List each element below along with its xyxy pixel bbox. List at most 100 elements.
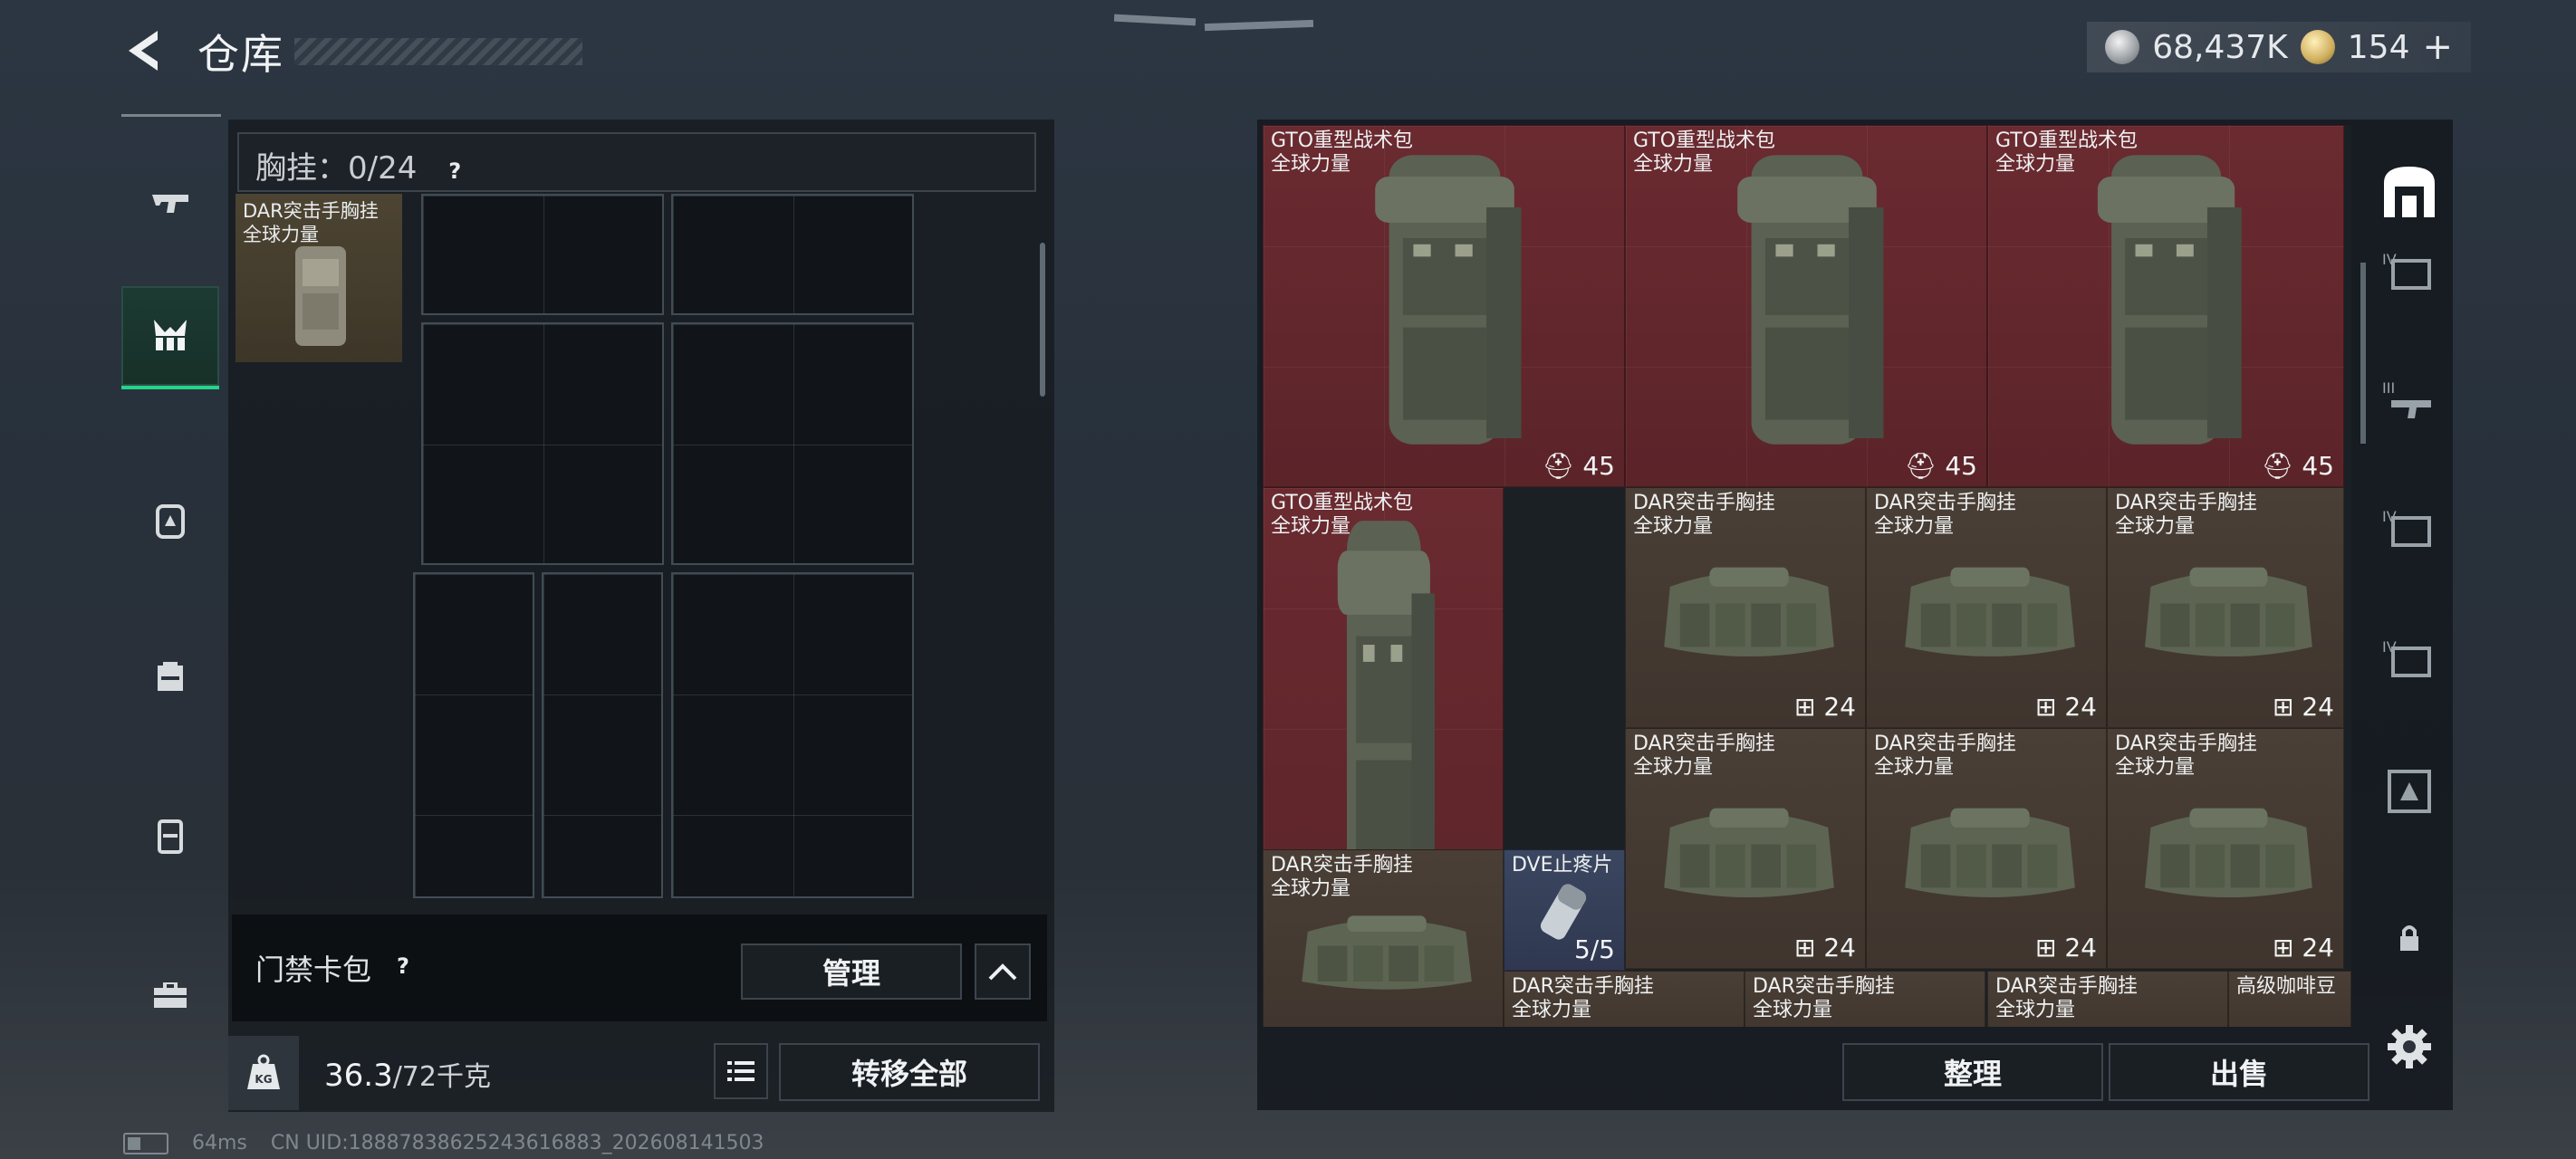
item-name: DAR突击手胸挂 bbox=[2115, 492, 2257, 514]
page-title: 仓库 bbox=[197, 30, 284, 79]
tier-iv-stash-icon-3[interactable]: IV bbox=[2377, 632, 2442, 697]
item-name: DVE止疼片 bbox=[1512, 854, 1613, 876]
svg-text:III: III bbox=[2382, 379, 2395, 397]
item-brand: 全球力量 bbox=[1995, 999, 2076, 1021]
heavy-backpack-image bbox=[1375, 155, 1522, 445]
card-pack-help-icon[interactable]: ? bbox=[388, 951, 418, 982]
item-name: GTO重型战术包 bbox=[1271, 129, 1414, 152]
gold-amount: 154 bbox=[2347, 28, 2410, 66]
chest-rig-image bbox=[1904, 567, 2075, 657]
chevron-up-icon bbox=[988, 963, 1017, 981]
stash-item[interactable]: DVE止疼片 5/5 bbox=[1504, 849, 1625, 971]
item-name: DAR突击手胸挂 bbox=[1271, 854, 1413, 876]
chest-rig-image bbox=[1301, 915, 1472, 990]
nav-chest-rig[interactable] bbox=[121, 286, 219, 389]
ceiling-light-decoration bbox=[1114, 14, 1314, 32]
stash-item[interactable]: DAR突击手胸挂 全球力量 bbox=[1263, 849, 1504, 1027]
item-count: ⛑ 45 bbox=[2261, 451, 2334, 481]
chest-rig-image bbox=[2145, 808, 2312, 898]
equipped-chest-rig[interactable]: DAR突击手胸挂 全球力量 bbox=[235, 194, 402, 362]
manage-button[interactable]: 管理 bbox=[741, 943, 962, 1000]
back-icon[interactable] bbox=[121, 27, 167, 74]
item-brand: 全球力量 bbox=[1633, 515, 1714, 538]
nav-case[interactable] bbox=[121, 786, 219, 886]
stash-item[interactable]: 高级咖啡豆 bbox=[2228, 971, 2351, 1027]
item-brand: 全球力量 bbox=[1271, 515, 1351, 538]
chest-rig-header: 胸挂：0/24 ? bbox=[237, 132, 1036, 192]
rig-slot[interactable] bbox=[421, 194, 664, 315]
rig-slot[interactable] bbox=[671, 572, 914, 898]
rig-slot[interactable] bbox=[671, 194, 914, 315]
rig-scrollbar[interactable] bbox=[1040, 243, 1045, 397]
item-name: GTO重型战术包 bbox=[1995, 129, 2139, 152]
rig-slot[interactable] bbox=[421, 322, 664, 565]
list-view-button[interactable] bbox=[714, 1043, 768, 1099]
heavy-backpack-image bbox=[1737, 155, 1884, 445]
silver-coin-icon bbox=[2105, 30, 2140, 64]
item-name: DAR突击手胸挂 bbox=[1633, 733, 1775, 755]
chest-rig-image bbox=[295, 246, 346, 346]
card-pack-label: 门禁卡包 bbox=[255, 953, 372, 987]
weight-icon: KG bbox=[228, 1036, 299, 1110]
item-brand: 全球力量 bbox=[1753, 999, 1833, 1021]
currency-bar: 68,437K 154 + bbox=[2087, 22, 2471, 72]
item-name: DAR突击手胸挂 bbox=[1512, 975, 1654, 998]
stash-scrollbar[interactable] bbox=[2360, 263, 2366, 444]
rig-slot[interactable] bbox=[671, 322, 914, 565]
item-brand: 全球力量 bbox=[1995, 153, 2076, 176]
title-decoration bbox=[294, 38, 582, 65]
item-name: DAR突击手胸挂 bbox=[1874, 733, 2016, 755]
svg-text:KG: KG bbox=[255, 1073, 272, 1086]
backpack-armor-icon bbox=[156, 504, 185, 539]
stash-item[interactable]: GTO重型战术包全球力量 ⛑ 45 bbox=[1263, 125, 1625, 487]
tier-iv-stash-icon-2[interactable]: IV bbox=[2377, 502, 2442, 567]
stash-item[interactable]: DAR突击手胸挂 全球力量 ⊞ 24 bbox=[1866, 728, 2107, 969]
sell-button[interactable]: 出售 bbox=[2109, 1043, 2369, 1101]
tier-iii-stash-icon[interactable]: III bbox=[2377, 373, 2442, 438]
item-name: GTO重型战术包 bbox=[1271, 492, 1414, 514]
add-gold-button[interactable]: + bbox=[2422, 26, 2453, 68]
uid-text: CN UID:1888783862524361​6883_20260814150… bbox=[270, 1132, 764, 1154]
help-icon[interactable]: ? bbox=[439, 156, 470, 187]
stash-item[interactable]: DAR突击手胸挂 全球力量 ⊞ 24 bbox=[2107, 487, 2344, 728]
equipped-item-name: DAR突击手胸挂 bbox=[243, 200, 379, 222]
item-brand: 全球力量 bbox=[1512, 999, 1592, 1021]
chest-rig-image bbox=[1663, 808, 1834, 898]
sort-button[interactable]: 整理 bbox=[1842, 1043, 2103, 1101]
status-bar: 64ms CN UID:1888783862524361​6883_202608… bbox=[123, 1132, 764, 1154]
item-name: DAR突击手胸挂 bbox=[2115, 733, 2257, 755]
item-brand: 全球力量 bbox=[1874, 756, 1955, 779]
settings-gear-icon[interactable] bbox=[2384, 1021, 2435, 1072]
item-brand: 全球力量 bbox=[2115, 756, 2196, 779]
stash-item[interactable]: DAR突击手胸挂 全球力量 ⊞ 24 bbox=[2107, 728, 2344, 969]
stash-item[interactable]: GTO重型战术包全球力量 ⛑ 45 bbox=[1625, 125, 1987, 487]
nav-toolbox[interactable] bbox=[121, 943, 219, 1043]
nav-weapons[interactable] bbox=[121, 154, 219, 254]
stash-item[interactable]: DAR突击手胸挂 全球力量 ⊞ 24 bbox=[1625, 728, 1866, 969]
lock-icon[interactable] bbox=[2377, 905, 2442, 971]
item-brand: 全球力量 bbox=[1633, 153, 1714, 176]
stash-item[interactable]: DAR突击手胸挂 全球力量 bbox=[1504, 971, 1745, 1027]
stash-item[interactable]: DAR突击手胸挂 全球力量 ⊞ 24 bbox=[1625, 487, 1866, 728]
stash-all-icon[interactable] bbox=[2377, 159, 2442, 225]
stash-item[interactable]: DAR突击手胸挂 全球力量 bbox=[1987, 971, 2228, 1027]
transfer-all-button[interactable]: 转移全部 bbox=[779, 1043, 1040, 1101]
silver-amount: 68,437K bbox=[2152, 28, 2288, 66]
rig-slot[interactable] bbox=[413, 572, 534, 898]
chest-rig-label: 胸挂： bbox=[255, 150, 348, 187]
item-name: 高级咖啡豆 bbox=[2236, 975, 2337, 998]
nav-backpack[interactable] bbox=[121, 625, 219, 724]
stash-item[interactable]: DAR突击手胸挂 全球力量 bbox=[1745, 971, 1985, 1027]
tier-armor-stash-icon[interactable] bbox=[2377, 761, 2442, 826]
item-brand: 全球力量 bbox=[1271, 877, 1351, 900]
item-name: DAR突击手胸挂 bbox=[1874, 492, 2016, 514]
tier-iv-stash-icon[interactable]: IV bbox=[2377, 244, 2442, 310]
stash-item[interactable]: GTO重型战术包全球力量 ⛑ 45 bbox=[1987, 125, 2344, 487]
weight-max: /72千克 bbox=[392, 1061, 491, 1093]
item-count: ⊞ 24 bbox=[2035, 692, 2097, 722]
expand-button[interactable] bbox=[975, 943, 1031, 1000]
weight-current: 36.3 bbox=[324, 1058, 393, 1094]
rig-slot[interactable] bbox=[542, 572, 663, 898]
nav-backpack-armor[interactable] bbox=[121, 471, 219, 570]
stash-item[interactable]: DAR突击手胸挂 全球力量 ⊞ 24 bbox=[1866, 487, 2107, 728]
